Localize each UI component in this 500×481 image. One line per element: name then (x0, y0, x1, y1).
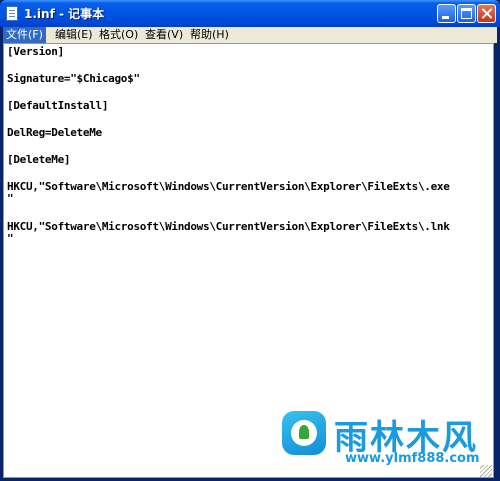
resize-grip[interactable] (480, 465, 492, 477)
menu-edit[interactable]: 编辑(E) (52, 27, 96, 43)
watermark-url: www.ylmf888.com (345, 451, 480, 466)
maximize-button[interactable] (457, 4, 476, 23)
close-button[interactable] (477, 4, 496, 23)
text-line: " (7, 232, 14, 245)
menu-bar: 文件(F) 编辑(E) 格式(O) 查看(V) 帮助(H) (3, 27, 497, 43)
text-line: Signature="$Chicago$" (7, 72, 140, 85)
menu-format[interactable]: 格式(O) (96, 27, 141, 43)
text-line: [DeleteMe] (7, 153, 71, 166)
minimize-button[interactable] (437, 4, 456, 23)
text-line: DelReg=DeleteMe (7, 126, 102, 139)
text-line: HKCU,"Software\Microsoft\Windows\Current… (7, 220, 450, 233)
menu-view[interactable]: 查看(V) (142, 27, 186, 43)
notepad-window: 1.inf - 记事本 文件(F) 编辑(E) 格式(O) 查看(V) 帮助(H… (0, 0, 500, 481)
text-line: [DefaultInstall] (7, 99, 109, 112)
window-title: 1.inf - 记事本 (24, 7, 105, 21)
menu-file[interactable]: 文件(F) (3, 27, 46, 43)
menu-help[interactable]: 帮助(H) (187, 27, 232, 43)
title-bar[interactable]: 1.inf - 记事本 (0, 0, 500, 27)
watermark-logo-icon (282, 411, 326, 455)
text-line: " (7, 192, 14, 205)
notepad-icon[interactable] (6, 6, 18, 21)
text-line: [Version] (7, 45, 64, 58)
text-line: HKCU,"Software\Microsoft\Windows\Current… (7, 180, 450, 193)
